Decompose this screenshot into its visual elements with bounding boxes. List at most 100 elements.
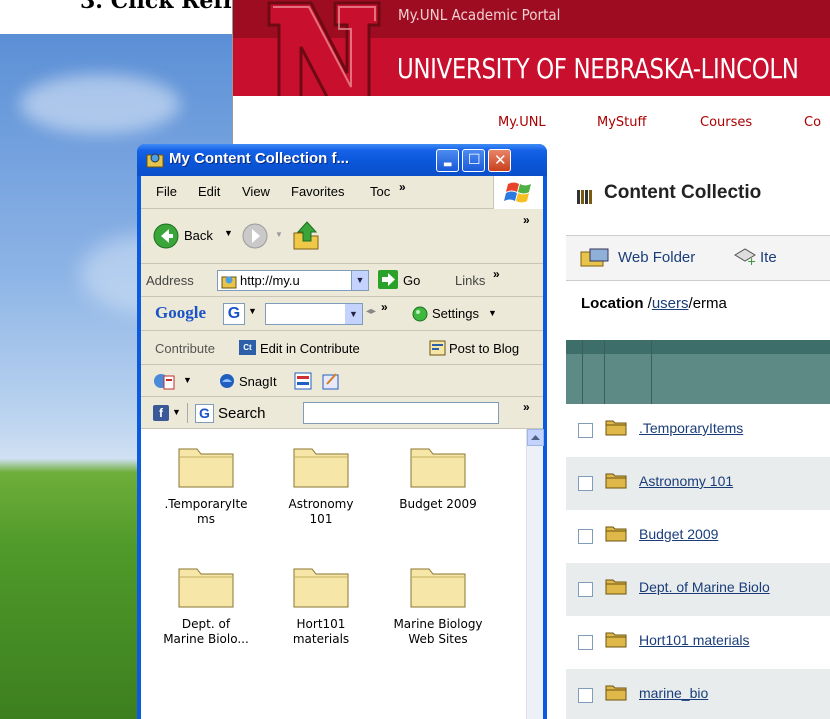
facebook-icon[interactable]: f bbox=[153, 405, 169, 421]
row-link[interactable]: Dept. of Marine Biolo bbox=[639, 579, 770, 595]
nav-myunl[interactable]: My.UNL bbox=[498, 115, 546, 130]
folder-item[interactable]: Dept. of Marine Biolo... bbox=[156, 563, 256, 647]
web-folder-button[interactable]: Web Folder bbox=[618, 249, 695, 266]
svg-text:+: + bbox=[747, 255, 756, 267]
folder-item[interactable]: Budget 2009 bbox=[388, 443, 488, 512]
back-arrow-icon[interactable] bbox=[153, 223, 179, 249]
window-titlebar[interactable]: My Content Collection f... ▬ ☐ ✕ bbox=[137, 144, 547, 176]
location-sep: / bbox=[643, 295, 652, 312]
folder-item[interactable]: Hort101 materials bbox=[271, 563, 371, 647]
back-button-label[interactable]: Back bbox=[184, 228, 213, 243]
row-checkbox[interactable] bbox=[578, 423, 593, 438]
table-row: .TemporaryItems bbox=[566, 404, 830, 457]
minimize-button[interactable]: ▬ bbox=[436, 149, 459, 172]
folder-label: Hort101 bbox=[296, 617, 346, 631]
facebook-dropdown-icon[interactable]: ▼ bbox=[172, 407, 181, 417]
search-input[interactable] bbox=[303, 402, 499, 424]
address-input[interactable]: http://my.u ▼ bbox=[217, 270, 369, 291]
folder-item[interactable]: Astronomy 101 bbox=[271, 443, 371, 527]
nav-overflow-icon[interactable]: » bbox=[523, 213, 530, 227]
folder-label: Budget 2009 bbox=[399, 497, 477, 511]
nav-mystuff[interactable]: MyStuff bbox=[597, 115, 646, 130]
row-checkbox[interactable] bbox=[578, 635, 593, 650]
folder-item[interactable]: Marine Biology Web Sites bbox=[388, 563, 488, 647]
google-g-dropdown-icon[interactable]: ▼ bbox=[248, 306, 257, 316]
links-label[interactable]: Links bbox=[455, 273, 485, 288]
folder-label: ms bbox=[197, 512, 215, 526]
row-checkbox[interactable] bbox=[578, 688, 593, 703]
folder-label: Marine Biolo... bbox=[163, 632, 249, 646]
snagit-editor-icon[interactable] bbox=[322, 372, 340, 390]
close-button[interactable]: ✕ bbox=[488, 149, 511, 172]
row-checkbox[interactable] bbox=[578, 582, 593, 597]
nav-community[interactable]: Co bbox=[804, 115, 821, 130]
location-label: Location bbox=[581, 295, 644, 312]
snagit-capture-icon[interactable] bbox=[294, 372, 312, 390]
menu-edit[interactable]: Edit bbox=[198, 184, 220, 199]
pdf-convert-icon[interactable] bbox=[153, 372, 175, 390]
menu-tools[interactable]: Toc bbox=[370, 184, 390, 199]
menu-view[interactable]: View bbox=[242, 184, 270, 199]
menu-overflow-icon[interactable]: » bbox=[399, 180, 406, 194]
folder-icon bbox=[178, 448, 234, 488]
location-rest: /erma bbox=[688, 295, 727, 312]
content-collection-panel: Content Collectio Web Folder + Ite Locat… bbox=[551, 162, 830, 719]
edit-in-contribute-button[interactable]: Edit in Contribute bbox=[260, 341, 360, 356]
back-dropdown-icon[interactable]: ▼ bbox=[224, 228, 233, 238]
google-g-icon[interactable]: G bbox=[223, 303, 245, 325]
folder-icon bbox=[410, 568, 466, 608]
post-to-blog-button[interactable]: Post to Blog bbox=[449, 341, 519, 356]
add-item-icon: + bbox=[734, 248, 756, 267]
maximize-button[interactable]: ☐ bbox=[462, 149, 485, 172]
folder-label: Web Sites bbox=[408, 632, 468, 646]
contribute-label: Contribute bbox=[155, 341, 215, 356]
table-row: Budget 2009 bbox=[566, 510, 830, 563]
google-search-input[interactable]: ▼ bbox=[265, 303, 363, 325]
university-name: UNIVERSITY OF NEBRASKA-LINCOLN bbox=[397, 52, 799, 85]
web-folder-icon bbox=[146, 153, 164, 168]
row-link[interactable]: Budget 2009 bbox=[639, 526, 718, 542]
row-checkbox[interactable] bbox=[578, 529, 593, 544]
row-checkbox[interactable] bbox=[578, 476, 593, 491]
go-button[interactable]: Go bbox=[403, 273, 420, 288]
nav-courses[interactable]: Courses bbox=[700, 115, 752, 130]
snagit-toolbar: ▼ SnagIt bbox=[141, 365, 543, 397]
ie-window: My Content Collection f... ▬ ☐ ✕ File Ed… bbox=[137, 144, 547, 719]
up-folder-icon[interactable] bbox=[291, 219, 321, 251]
row-link[interactable]: marine_bio bbox=[639, 685, 708, 701]
window-title: My Content Collection f... bbox=[169, 150, 349, 167]
folder-view: .TemporaryIte ms Astronomy 101 Budget 20… bbox=[141, 429, 544, 719]
menu-file[interactable]: File bbox=[156, 184, 177, 199]
table-header bbox=[566, 340, 830, 404]
links-overflow-icon[interactable]: » bbox=[493, 267, 500, 281]
row-link[interactable]: .TemporaryItems bbox=[639, 420, 743, 436]
folder-icon bbox=[410, 448, 466, 488]
row-link[interactable]: Astronomy 101 bbox=[639, 473, 733, 489]
google-input-dropdown-icon[interactable]: ▼ bbox=[345, 304, 362, 324]
pdf-dropdown-icon[interactable]: ▼ bbox=[183, 375, 192, 385]
address-dropdown-icon[interactable]: ▼ bbox=[351, 271, 368, 290]
location-users-link[interactable]: users bbox=[652, 295, 689, 312]
go-arrow-icon[interactable] bbox=[378, 270, 398, 289]
settings-green-icon bbox=[412, 306, 428, 322]
folder-icon bbox=[605, 473, 627, 489]
google-resize-icon[interactable]: ◂▸ bbox=[366, 306, 376, 317]
row-link[interactable]: Hort101 materials bbox=[639, 632, 750, 648]
forward-arrow-icon[interactable] bbox=[242, 223, 268, 249]
search-overflow-icon[interactable]: » bbox=[523, 400, 530, 414]
folder-item[interactable]: .TemporaryIte ms bbox=[156, 443, 256, 527]
google-overflow-icon[interactable]: » bbox=[381, 300, 388, 314]
scroll-up-icon[interactable] bbox=[527, 429, 544, 446]
folder-icon bbox=[605, 685, 627, 701]
navigation-bar: Back ▼ ▼ » bbox=[141, 209, 543, 264]
add-item-button[interactable]: Ite bbox=[760, 249, 777, 266]
vertical-scrollbar[interactable] bbox=[526, 429, 544, 719]
forward-dropdown-icon[interactable]: ▼ bbox=[275, 230, 283, 239]
settings-dropdown-icon[interactable]: ▼ bbox=[488, 308, 497, 318]
address-bar: Address http://my.u ▼ Go Links » bbox=[141, 264, 543, 297]
snagit-button[interactable]: SnagIt bbox=[239, 374, 277, 389]
search-toolbar: f ▼ G Search » bbox=[141, 397, 543, 429]
google-settings-button[interactable]: Settings bbox=[432, 306, 479, 321]
menu-bar: File Edit View Favorites Toc » bbox=[141, 176, 543, 209]
menu-favorites[interactable]: Favorites bbox=[291, 184, 344, 199]
